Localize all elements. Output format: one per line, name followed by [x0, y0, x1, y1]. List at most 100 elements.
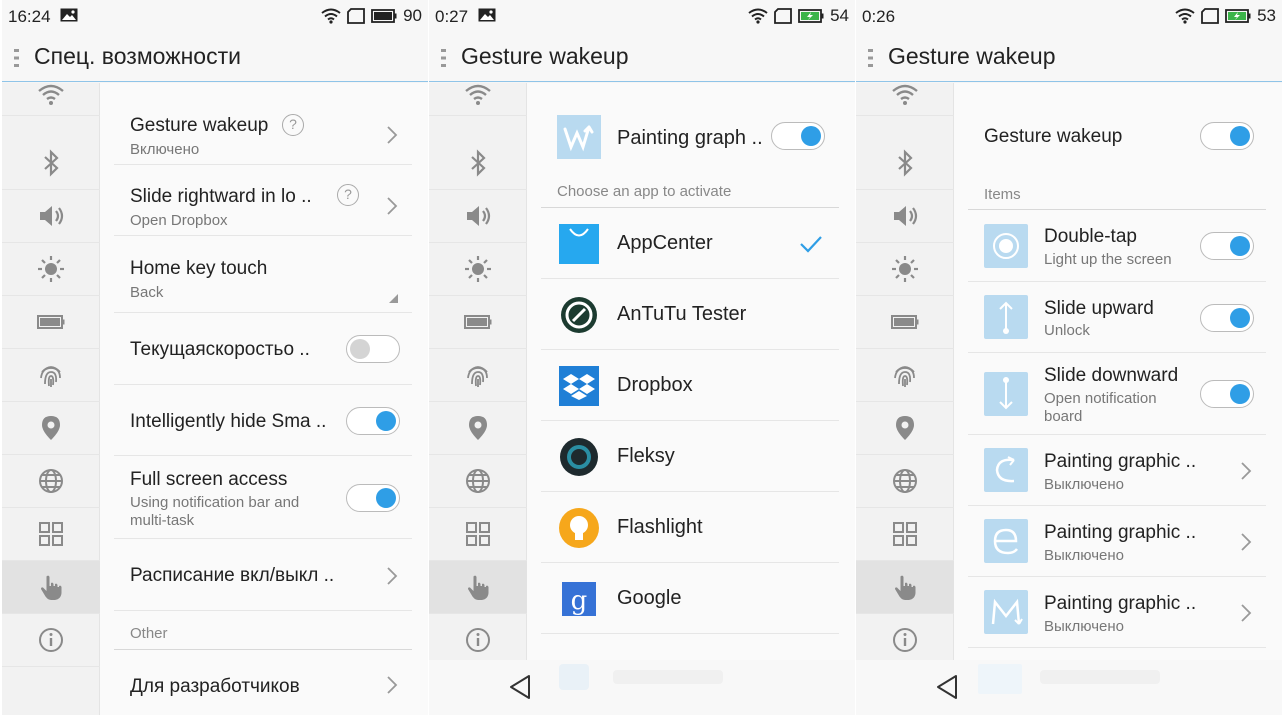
chevron-right-icon — [1241, 604, 1252, 622]
full-screen-access-toggle[interactable] — [346, 484, 400, 512]
battery-percent: 90 — [403, 6, 422, 25]
status-bar: 0:26 53 — [856, 0, 1282, 32]
sidebar-item-brightness[interactable] — [2, 243, 100, 296]
row-title: Gesture wakeup — [130, 115, 269, 136]
row-current-speed[interactable]: Текущаяскоростьо .. — [114, 313, 412, 385]
back-icon[interactable] — [507, 673, 533, 701]
menu-icon[interactable] — [441, 49, 446, 67]
app-name: Flashlight — [617, 516, 703, 538]
sidebar-item-bluetooth[interactable] — [856, 137, 954, 190]
sidebar-item-fingerprint[interactable] — [429, 349, 527, 402]
sidebar-item-battery[interactable] — [429, 296, 527, 349]
brightness-icon — [465, 256, 491, 282]
current-speed-toggle[interactable] — [346, 335, 400, 363]
menu-icon[interactable] — [868, 49, 873, 67]
row-intelligently-hide[interactable]: Intelligently hide Sma .. — [114, 385, 412, 456]
bluetooth-icon — [898, 149, 913, 177]
grid-icon — [466, 522, 490, 546]
sidebar-item-battery[interactable] — [856, 296, 954, 349]
sidebar-item-location[interactable] — [429, 402, 527, 455]
sidebar-item-brightness[interactable] — [856, 243, 954, 296]
sidebar-item-grid[interactable] — [429, 508, 527, 561]
chevron-right-icon — [1241, 462, 1252, 480]
sidebar-item-info[interactable] — [2, 614, 100, 667]
row-gesture-wakeup-master[interactable]: Gesture wakeup — [968, 95, 1266, 175]
app-item-fleksy[interactable]: Fleksy — [541, 421, 839, 492]
chevron-right-icon — [387, 197, 398, 215]
item-painting-graphic-e[interactable]: Painting graphic .. Выключено — [968, 506, 1266, 577]
double-tap-toggle[interactable] — [1200, 232, 1254, 260]
sidebar-item-volume[interactable] — [2, 190, 100, 243]
info-icon — [39, 628, 63, 652]
row-home-key-touch[interactable]: Home key touch Back — [114, 236, 412, 313]
sidebar-item-hand[interactable] — [856, 561, 954, 614]
screen-gesture-wakeup: 0:26 53 Gesture wakeup Gesture wakeup It… — [856, 0, 1282, 715]
sidebar-item-grid[interactable] — [856, 508, 954, 561]
help-icon[interactable]: ? — [337, 184, 359, 206]
gesture-wakeup-toggle[interactable] — [1200, 122, 1254, 150]
sidebar-item-volume[interactable] — [429, 190, 527, 243]
row-slide-rightward[interactable]: Slide rightward in lo .. ? Open Dropbox — [114, 165, 412, 236]
app-item-dropbox[interactable]: Dropbox — [541, 350, 839, 421]
sidebar-item-fingerprint[interactable] — [856, 349, 954, 402]
brightness-icon — [38, 256, 64, 282]
row-gesture-wakeup[interactable]: Gesture wakeup ? Включено — [114, 95, 412, 165]
page-title: Gesture wakeup — [461, 43, 629, 69]
sidebar-item-bluetooth[interactable] — [429, 137, 527, 190]
sidebar-item-location[interactable] — [856, 402, 954, 455]
grid-icon — [39, 522, 63, 546]
section-label-other: Other — [130, 625, 168, 642]
globe-icon — [466, 469, 490, 493]
sidebar-item-battery[interactable] — [2, 296, 100, 349]
item-subtitle: Выключено — [1044, 618, 1124, 635]
chevron-right-icon — [387, 126, 398, 144]
menu-icon[interactable] — [14, 49, 19, 67]
sidebar-item-brightness[interactable] — [429, 243, 527, 296]
painting-graph-toggle[interactable] — [771, 122, 825, 150]
slide-downward-toggle[interactable] — [1200, 380, 1254, 408]
sidebar-item-location[interactable] — [2, 402, 100, 455]
screen-choose-app: 0:27 54 Gesture wakeup Painting graph ..… — [429, 0, 855, 715]
sidebar-item-hand[interactable] — [2, 561, 100, 614]
item-double-tap[interactable]: Double-tap Light up the screen — [968, 210, 1266, 282]
slide-upward-toggle[interactable] — [1200, 304, 1254, 332]
sidebar-item-wifi[interactable] — [2, 74, 100, 116]
sidebar-item-fingerprint[interactable] — [2, 349, 100, 402]
app-item-flashlight[interactable]: Flashlight — [541, 492, 839, 563]
sidebar-item-globe[interactable] — [2, 455, 100, 508]
app-name: AnTuTu Tester — [617, 303, 747, 325]
faded-list-ghost — [559, 664, 723, 690]
status-bar: 0:27 54 — [429, 0, 855, 32]
row-full-screen-access[interactable]: Full screen access Using notification ba… — [114, 456, 412, 539]
item-slide-downward[interactable]: Slide downward Open notification board — [968, 353, 1266, 435]
app-item-antutu[interactable]: AnTuTu Tester — [541, 279, 839, 350]
sidebar-item-wifi[interactable] — [856, 74, 954, 116]
back-icon[interactable] — [934, 673, 960, 701]
slide-downward-icon — [984, 372, 1028, 416]
help-icon[interactable]: ? — [282, 114, 304, 136]
app-item-google[interactable]: g Google — [541, 563, 839, 634]
sidebar-item-hand[interactable] — [429, 561, 527, 614]
row-subtitle: Back — [130, 284, 164, 301]
volume-icon — [894, 206, 918, 226]
sidebar-item-globe[interactable] — [856, 455, 954, 508]
row-title: Для разработчиков — [130, 676, 300, 697]
sidebar-item-globe[interactable] — [429, 455, 527, 508]
row-schedule[interactable]: Расписание вкл/выкл .. — [114, 539, 412, 611]
painting-m-icon — [984, 590, 1028, 634]
item-painting-graphic-c[interactable]: Painting graphic .. Выключено — [968, 435, 1266, 506]
chevron-right-icon — [1241, 533, 1252, 551]
battery-icon — [464, 315, 492, 329]
sidebar-item-bluetooth[interactable] — [2, 137, 100, 190]
screen-accessibility: 16:24 90 Спец. возможности Gesture wakeu… — [2, 0, 428, 715]
item-subtitle: Выключено — [1044, 476, 1124, 493]
sidebar-item-volume[interactable] — [856, 190, 954, 243]
item-subtitle: Unlock — [1044, 322, 1090, 339]
sidebar-item-grid[interactable] — [2, 508, 100, 561]
intelligently-hide-toggle[interactable] — [346, 407, 400, 435]
row-developer-options[interactable]: Для разработчиков — [114, 649, 412, 715]
app-item-appcenter[interactable]: AppCenter — [541, 208, 839, 279]
sidebar-item-wifi[interactable] — [429, 74, 527, 116]
item-slide-upward[interactable]: Slide upward Unlock — [968, 282, 1266, 353]
item-painting-graphic-m[interactable]: Painting graphic .. Выключено — [968, 577, 1266, 648]
